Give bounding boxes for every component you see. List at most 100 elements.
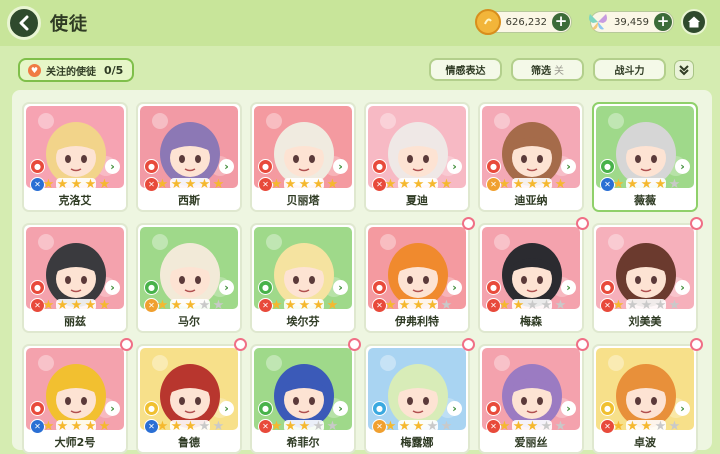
flower-badge-icon	[120, 338, 133, 351]
character-name: 迪亚纳	[480, 192, 582, 210]
flower-badge-icon	[576, 217, 589, 230]
star-icon: ★	[640, 177, 653, 192]
star-icon: ★	[668, 298, 681, 313]
character-card[interactable]: ● ✕ › ★ ★ ★ ★ ★ 马尔	[136, 223, 242, 333]
chevron-right-icon[interactable]: ›	[105, 159, 120, 174]
crystal-currency: 39,459 +	[589, 11, 674, 33]
chevron-right-icon[interactable]: ›	[561, 280, 576, 295]
emotion-button[interactable]: 情感表达	[429, 58, 502, 81]
favorite-count: 0/5	[104, 63, 124, 77]
filter-button[interactable]: 筛选关	[511, 58, 584, 81]
chevron-right-icon[interactable]: ›	[219, 401, 234, 416]
star-icon: ★	[426, 177, 439, 192]
character-card[interactable]: ● ✕ › ★ ★ ★ ★ ★ 薇薇	[592, 102, 698, 212]
character-card[interactable]: ● ✕ › ★ ★ ★ ★ ★ 伊弗利特	[364, 223, 470, 333]
character-card[interactable]: ● ✕ › ★ ★ ★ ★ ★ 卓波	[592, 344, 698, 454]
add-crystal-button[interactable]: +	[654, 13, 672, 31]
add-gold-button[interactable]: +	[552, 13, 570, 31]
home-button[interactable]	[681, 9, 707, 35]
chevron-right-icon[interactable]: ›	[447, 401, 462, 416]
power-sort-button[interactable]: 战斗力	[593, 58, 666, 81]
star-icon: ★	[56, 419, 69, 434]
character-card[interactable]: ● ✕ › ★ ★ ★ ★ ★ 迪亚纳	[478, 102, 584, 212]
star-icon: ★	[540, 177, 553, 192]
character-card[interactable]: ● ✕ › ★ ★ ★ ★ ★ 梅森	[478, 223, 584, 333]
chevron-right-icon[interactable]: ›	[333, 280, 348, 295]
chevron-right-icon[interactable]: ›	[561, 401, 576, 416]
chevron-right-icon[interactable]: ›	[447, 159, 462, 174]
character-card[interactable]: ● ✕ › ★ ★ ★ ★ ★ 埃尔芬	[250, 223, 356, 333]
element-badge-icon: ●	[258, 159, 273, 174]
character-name: 西斯	[138, 192, 240, 210]
character-card[interactable]: ● ✕ › ★ ★ ★ ★ ★ 爱丽丝	[478, 344, 584, 454]
chevron-right-icon[interactable]: ›	[447, 280, 462, 295]
character-card[interactable]: ● ✕ › ★ ★ ★ ★ ★ 希菲尔	[250, 344, 356, 454]
star-icon: ★	[526, 298, 539, 313]
star-icon: ★	[612, 419, 625, 434]
character-portrait	[596, 106, 694, 188]
star-rating: ★ ★ ★ ★ ★	[384, 299, 453, 312]
star-icon: ★	[84, 419, 97, 434]
character-portrait	[368, 106, 466, 188]
chevron-right-icon[interactable]: ›	[675, 401, 690, 416]
character-card[interactable]: ● ✕ › ★ ★ ★ ★ ★ 大师2号	[22, 344, 128, 454]
character-card[interactable]: ● ✕ › ★ ★ ★ ★ ★ 梅露娜	[364, 344, 470, 454]
character-card[interactable]: ● ✕ › ★ ★ ★ ★ ★ 鲁德	[136, 344, 242, 454]
character-card[interactable]: ● ✕ › ★ ★ ★ ★ ★ 刘美美	[592, 223, 698, 333]
chevron-right-icon[interactable]: ›	[333, 401, 348, 416]
chevron-right-icon[interactable]: ›	[561, 159, 576, 174]
star-icon: ★	[440, 419, 453, 434]
star-icon: ★	[270, 177, 283, 192]
character-portrait	[140, 348, 238, 430]
star-icon: ★	[384, 298, 397, 313]
character-card[interactable]: ● ✕ › ★ ★ ★ ★ ★ 贝丽塔	[250, 102, 356, 212]
favorite-filter-button[interactable]: ♥ 关注的使徒 0/5	[18, 58, 134, 82]
element-badge-icon: ●	[30, 159, 45, 174]
star-icon: ★	[184, 177, 197, 192]
character-name: 爱丽丝	[480, 434, 582, 452]
character-card[interactable]: ● ✕ › ★ ★ ★ ★ ★ 夏迪	[364, 102, 470, 212]
chevron-right-icon[interactable]: ›	[219, 280, 234, 295]
star-icon: ★	[298, 298, 311, 313]
star-icon: ★	[498, 419, 511, 434]
character-card[interactable]: ● ✕ › ★ ★ ★ ★ ★ 西斯	[136, 102, 242, 212]
element-badge-icon: ●	[144, 401, 159, 416]
chevron-right-icon[interactable]: ›	[675, 280, 690, 295]
character-name: 希菲尔	[252, 434, 354, 452]
star-rating: ★ ★ ★ ★ ★	[384, 178, 453, 191]
star-icon: ★	[498, 177, 511, 192]
star-rating: ★ ★ ★ ★ ★	[42, 178, 111, 191]
character-card[interactable]: ● ✕ › ★ ★ ★ ★ ★ 克洛艾	[22, 102, 128, 212]
star-icon: ★	[512, 177, 525, 192]
element-badge-icon: ●	[372, 401, 387, 416]
star-rating: ★ ★ ★ ★ ★	[612, 420, 681, 433]
character-portrait	[254, 106, 352, 188]
star-icon: ★	[212, 177, 225, 192]
chevron-right-icon[interactable]: ›	[333, 159, 348, 174]
character-card[interactable]: ● ✕ › ★ ★ ★ ★ ★ 丽兹	[22, 223, 128, 333]
star-rating: ★ ★ ★ ★ ★	[156, 299, 225, 312]
sort-order-button[interactable]	[674, 60, 694, 80]
star-icon: ★	[626, 298, 639, 313]
element-badge-icon: ●	[258, 280, 273, 295]
double-chevron-down-icon	[679, 65, 689, 76]
character-portrait	[482, 106, 580, 188]
star-icon: ★	[668, 419, 681, 434]
character-name: 大师2号	[24, 434, 126, 452]
character-name: 马尔	[138, 313, 240, 331]
character-portrait	[482, 227, 580, 309]
star-icon: ★	[626, 419, 639, 434]
star-icon: ★	[56, 177, 69, 192]
star-icon: ★	[270, 298, 283, 313]
chevron-right-icon[interactable]: ›	[105, 401, 120, 416]
star-icon: ★	[170, 177, 183, 192]
chevron-right-icon[interactable]: ›	[219, 159, 234, 174]
character-portrait	[26, 227, 124, 309]
character-portrait	[26, 348, 124, 430]
star-icon: ★	[326, 419, 339, 434]
chevron-right-icon[interactable]: ›	[675, 159, 690, 174]
character-portrait	[368, 227, 466, 309]
back-button[interactable]	[7, 6, 41, 40]
star-icon: ★	[56, 298, 69, 313]
chevron-right-icon[interactable]: ›	[105, 280, 120, 295]
